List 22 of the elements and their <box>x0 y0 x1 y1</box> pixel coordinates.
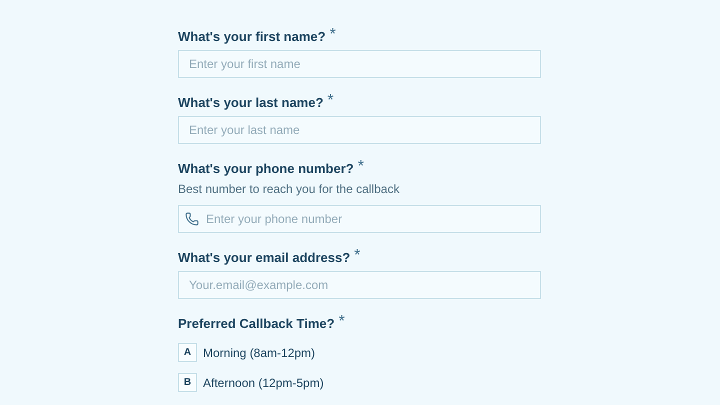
option-key: A <box>178 343 197 362</box>
question-label: Preferred Callback Time? <box>178 315 335 333</box>
required-asterisk: * <box>354 249 360 263</box>
phone-icon <box>185 212 199 226</box>
option-key: B <box>178 373 197 392</box>
required-asterisk: * <box>338 315 345 329</box>
question-description: Best number to reach you for the callback <box>178 182 400 196</box>
question-label: What's your last name? <box>178 94 324 112</box>
choice-option[interactable]: B Afternoon (12pm-5pm) <box>178 373 720 392</box>
required-asterisk: * <box>330 28 336 42</box>
question-label: What's your first name? <box>178 28 326 46</box>
input-field[interactable]: Your.email@example.com <box>178 271 541 299</box>
choice-option[interactable]: A Morning (8am-12pm) <box>178 343 720 362</box>
option-label: Afternoon (12pm-5pm) <box>203 374 324 392</box>
input-field[interactable]: Enter your last name <box>178 116 541 144</box>
phone-field[interactable]: Enter your phone number <box>178 205 541 233</box>
required-asterisk: * <box>358 160 364 174</box>
input-field[interactable]: Enter your first name <box>178 50 541 78</box>
question-label: What's your email address? <box>178 249 350 267</box>
required-asterisk: * <box>327 94 334 108</box>
option-label: Morning (8am-12pm) <box>203 344 316 362</box>
question-label: What's your phone number? <box>178 160 354 178</box>
